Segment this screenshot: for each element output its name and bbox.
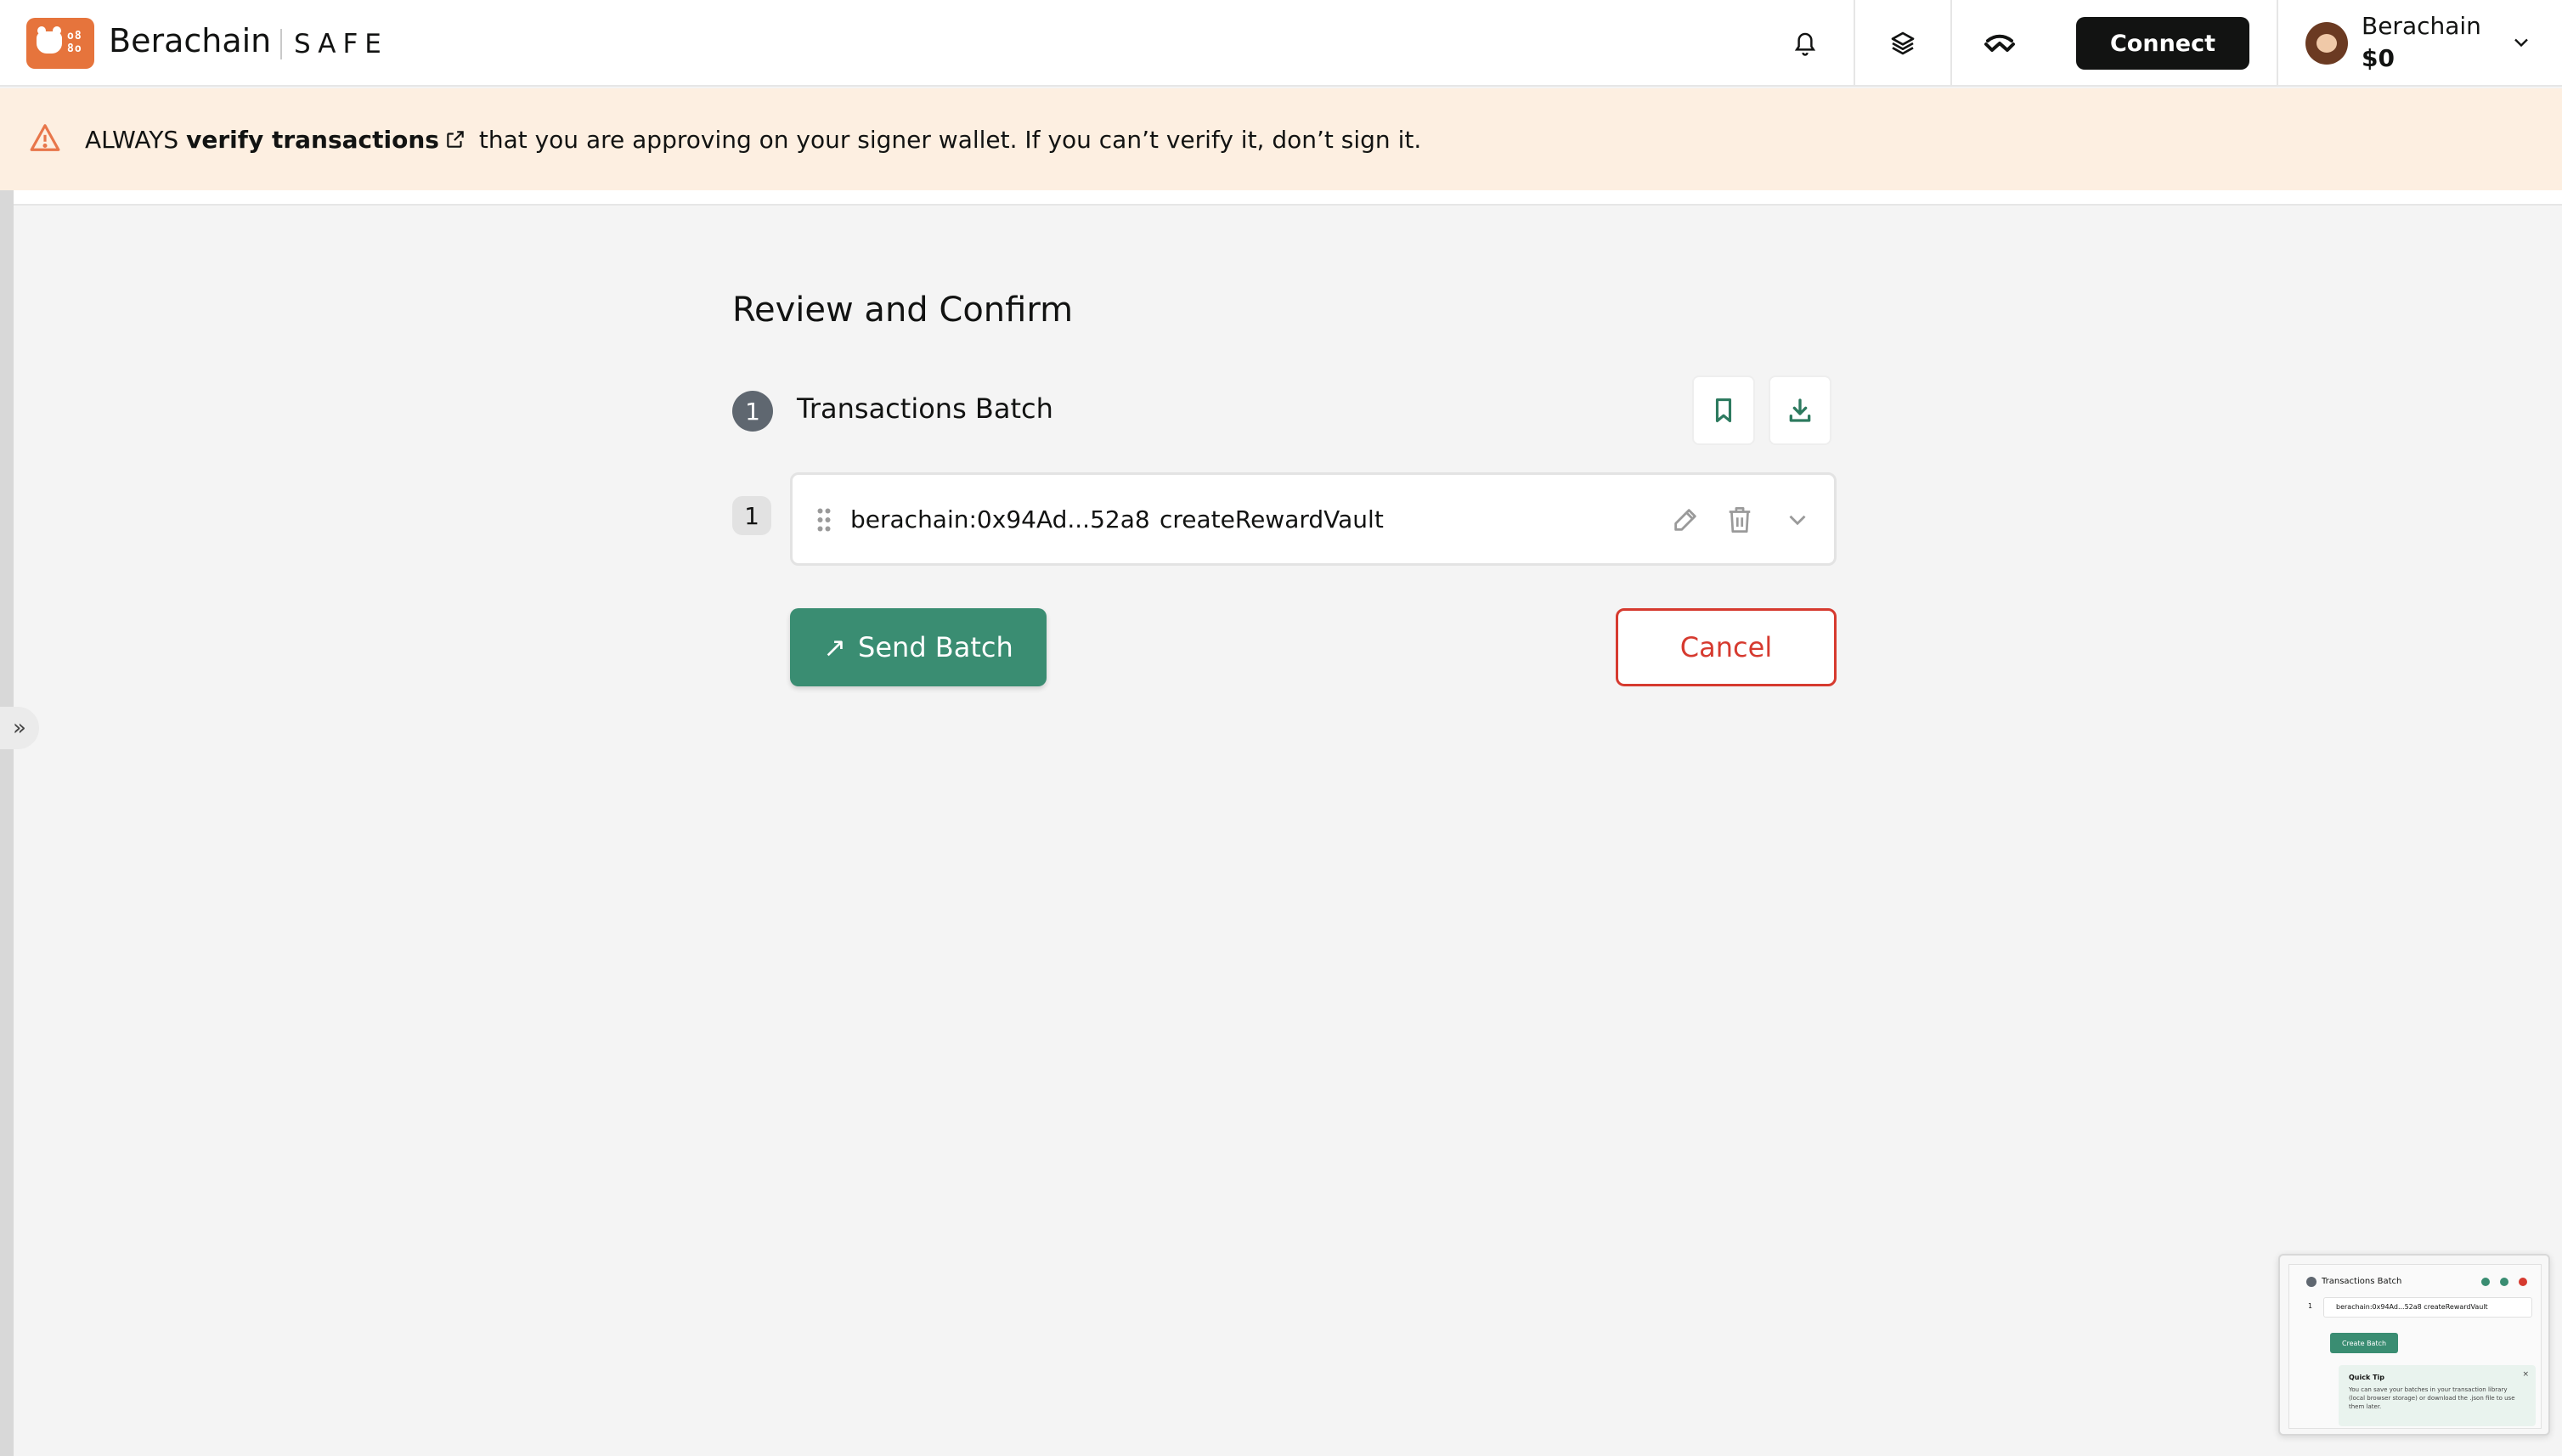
berachain-logo-icon[interactable]: o8 8o [26,18,94,69]
download-batch-button[interactable] [1769,375,1831,445]
preview-row-text: berachain:0x94Ad...52a8 createRewardVaul… [2336,1303,2488,1311]
preview-content: Transactions Batch 1 berachain:0x94Ad...… [2288,1264,2542,1429]
warning-text: ALWAYS verify transactions that you are … [85,126,1421,154]
brand-name: Berachain [109,22,272,59]
sidebar-rail [0,190,14,1456]
bear-icon [37,26,62,54]
walletconnect-icon [1984,34,2015,52]
walletconnect-button[interactable] [1950,0,2047,87]
download-icon [1789,398,1811,422]
batch-layers-button[interactable] [1854,0,1950,87]
account-selector[interactable]: Berachain $0 [2277,0,2562,87]
bell-icon [1794,32,1816,56]
bookmark-icon [1715,398,1732,423]
batch-preview-thumbnail[interactable]: Transactions Batch 1 berachain:0x94Ad...… [2278,1254,2550,1436]
edit-icon[interactable] [1671,505,1700,534]
drag-handle-icon[interactable] [816,507,832,533]
warning-prefix: ALWAYS [85,126,179,154]
warning-icon [30,124,60,151]
page-title: Review and Confirm [732,291,1074,330]
preview-create-batch-button: Create Batch [2330,1333,2398,1353]
account-balance: $0 [2362,44,2395,72]
chevron-down-icon [2514,38,2528,48]
connect-button[interactable]: Connect [2076,17,2249,70]
preview-transaction-row: berachain:0x94Ad...52a8 createRewardVaul… [2323,1297,2532,1318]
transaction-row[interactable]: berachain:0x94Ad...52a8 createRewardVaul… [790,472,1837,566]
batch-number-badge: 1 [732,391,773,432]
external-link-icon[interactable] [444,128,466,150]
double-chevron-right-icon: » [13,715,26,741]
transaction-index: 1 [732,496,771,535]
chevron-down-icon[interactable] [1783,505,1812,534]
network-name: Berachain [2362,12,2481,40]
transaction-address: berachain:0x94Ad...52a8 [850,505,1150,533]
top-header: o8 8o Berachain SAFE Connect Berachain $0 [0,0,2562,87]
preview-tip-title: Quick Tip [2349,1374,2385,1381]
send-batch-button[interactable]: ↗ Send Batch [790,608,1047,686]
verify-transactions-link[interactable]: verify transactions [186,126,439,154]
preview-bookmark-icon [2481,1278,2490,1286]
preview-download-icon [2500,1278,2508,1286]
preview-row-index: 1 [2308,1302,2313,1310]
save-batch-button[interactable] [1692,375,1755,445]
cancel-button[interactable]: Cancel [1616,608,1837,686]
batch-title: Transactions Batch [797,392,1053,425]
send-batch-label: Send Batch [858,631,1013,663]
preview-batch-badge [2306,1277,2317,1287]
arrow-up-right-icon: ↗ [823,631,847,663]
brand-divider [280,29,282,59]
logo-pattern-icon: o8 8o [67,30,82,55]
avatar [2305,22,2348,65]
warning-banner: ALWAYS verify transactions that you are … [0,88,2562,190]
product-name: SAFE [294,29,388,59]
expand-sidebar-button[interactable]: » [0,707,39,749]
layers-icon [1891,31,1915,55]
delete-icon[interactable] [1727,505,1752,534]
preview-tip-text: You can save your batches in your transa… [2349,1386,2515,1410]
preview-title: Transactions Batch [2322,1277,2402,1286]
warning-suffix: that you are approving on your signer wa… [478,126,1422,154]
banner-divider [0,190,2562,206]
close-icon: × [2522,1370,2529,1379]
preview-delete-icon [2519,1278,2527,1286]
transaction-method: createRewardVault [1160,505,1384,533]
notifications-button[interactable] [1757,0,1854,87]
preview-quick-tip: Quick Tip You can save your batches in y… [2339,1365,2536,1426]
